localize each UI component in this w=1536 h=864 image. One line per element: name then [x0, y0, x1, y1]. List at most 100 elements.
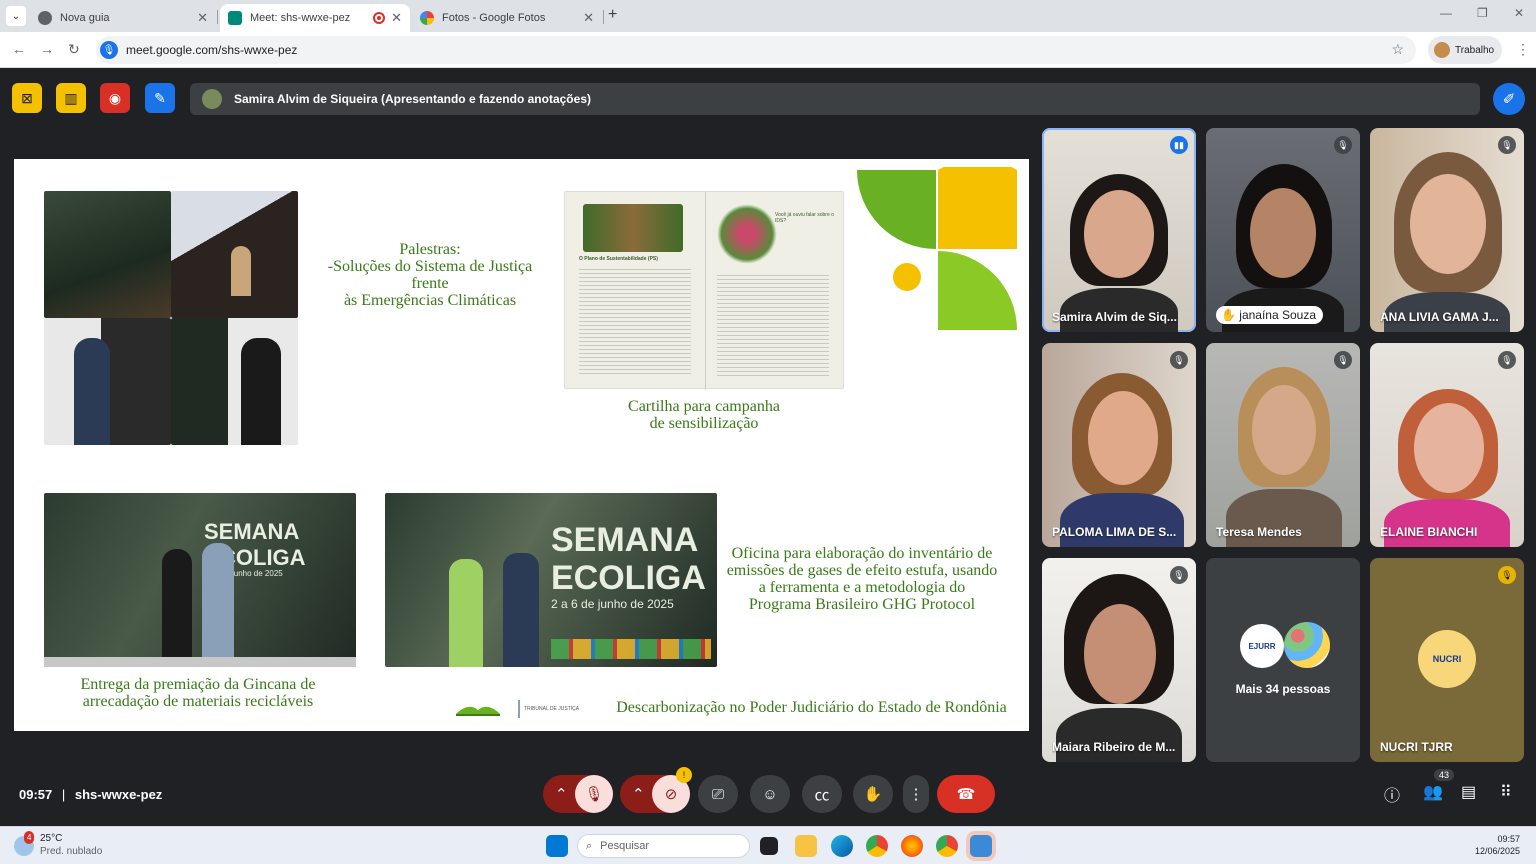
participant-tile[interactable]: 🎙 Teresa Mendes: [1206, 343, 1360, 547]
speaking-indicator-icon: ▮▮: [1170, 136, 1188, 154]
address-bar[interactable]: 🎙 meet.google.com/shs-wwxe-pez ☆: [96, 36, 1416, 64]
reload-icon[interactable]: ↻: [68, 41, 80, 58]
participants-count-badge: 43: [1434, 769, 1455, 781]
notes-icon[interactable]: ✎: [145, 83, 175, 113]
close-tab-icon[interactable]: ✕: [583, 10, 594, 26]
chrome-profile-icon[interactable]: [936, 835, 958, 857]
mic-off-icon[interactable]: 🎙: [575, 775, 613, 813]
tab-nova-guia[interactable]: Nova guia ✕: [30, 4, 216, 32]
clock-date: 12/06/2025: [1474, 846, 1520, 856]
annotate-panel-icon[interactable]: ▥: [56, 83, 86, 113]
tab-title: Fotos - Google Fotos: [442, 12, 546, 24]
slide-footer-title: Descarbonização no Poder Judiciário do E…: [616, 699, 1007, 716]
participant-tile[interactable]: 🎙 PALOMA LIMA DE S...: [1042, 343, 1196, 547]
firefox-icon[interactable]: [901, 835, 923, 857]
palestras-caption: Palestras: -Soluções do Sistema de Justi…: [327, 241, 533, 309]
tab-search-menu-icon[interactable]: ⌄: [6, 6, 26, 26]
leave-call-icon[interactable]: ☎: [937, 775, 995, 813]
windows-start-icon[interactable]: [546, 835, 568, 857]
participant-name: ANA LIVIA GAMA J...: [1380, 310, 1499, 324]
clock-time: 09:57: [1497, 834, 1520, 844]
windows-taskbar: 4 25°C Pred. nublado ⌕ Pesquisar 09:57 1…: [0, 826, 1536, 864]
cartilha-caption: Cartilha para campanha de sensibilização: [628, 398, 780, 432]
emoji-reaction-icon[interactable]: ☺: [750, 775, 790, 813]
close-tab-icon[interactable]: ✕: [197, 10, 208, 26]
bookmark-star-icon[interactable]: ☆: [1391, 41, 1404, 58]
minimize-icon[interactable]: —: [1440, 6, 1452, 20]
close-window-icon[interactable]: ✕: [1514, 6, 1524, 20]
meeting-code: shs-wwxe-pez: [74, 787, 163, 802]
chat-icon[interactable]: ▤: [1461, 782, 1476, 802]
close-tab-icon[interactable]: ✕: [391, 10, 402, 26]
chevron-up-icon[interactable]: ⌃: [555, 785, 568, 803]
browser-menu-icon[interactable]: ⋮: [1516, 41, 1530, 58]
tab-separator: [603, 10, 604, 24]
presentation-slide: Palestras: -Soluções do Sistema de Justi…: [14, 159, 1029, 731]
browser-toolbar: ← → ↻ 🎙 meet.google.com/shs-wwxe-pez ☆ T…: [0, 32, 1536, 68]
participant-name: ELAINE BIANCHI: [1380, 525, 1478, 539]
task-view-icon[interactable]: [760, 837, 778, 855]
participant-tile[interactable]: 🎙 ELAINE BIANCHI: [1370, 343, 1524, 547]
muted-mic-icon: 🎙: [1498, 351, 1516, 369]
present-screen-icon[interactable]: ⎚: [698, 775, 738, 813]
photo-lecture-2: [171, 191, 298, 318]
people-icon[interactable]: 👥: [1423, 782, 1443, 802]
site-info-icon[interactable]: 🎙: [100, 41, 118, 59]
more-participants-tile[interactable]: EJURR Mais 34 pessoas: [1206, 558, 1360, 762]
muted-mic-icon: 🎙: [1334, 136, 1352, 154]
profile-button[interactable]: Trabalho: [1428, 36, 1502, 64]
participant-name-pill: ✋ janaína Souza: [1216, 306, 1324, 324]
photo-speaker-1: [44, 318, 171, 445]
participant-tile[interactable]: 🎙 Maiara Ribeiro de M...: [1042, 558, 1196, 762]
taskbar-search[interactable]: ⌕ Pesquisar: [577, 834, 750, 858]
activities-icon[interactable]: ⠿: [1500, 782, 1512, 802]
camera-control[interactable]: ⌃ ⊘ !: [620, 767, 692, 813]
chrome-icon: [38, 11, 52, 25]
participant-name: NUCRI TJRR: [1380, 740, 1453, 754]
chevron-up-icon[interactable]: ⌃: [632, 785, 645, 803]
participant-tile[interactable]: NUCRI 🎙 NUCRI TJRR: [1370, 558, 1524, 762]
weather-widget[interactable]: 4 25°C Pred. nublado: [14, 831, 102, 858]
restore-icon[interactable]: ❐: [1477, 6, 1488, 20]
edge-icon[interactable]: [831, 835, 853, 857]
more-options-icon[interactable]: ⋮: [903, 775, 929, 813]
url-text: meet.google.com/shs-wwxe-pez: [126, 43, 298, 57]
raise-hand-icon[interactable]: ✋: [853, 775, 893, 813]
stop-presenting-icon[interactable]: ⊠: [12, 83, 42, 113]
new-tab-icon[interactable]: +: [608, 6, 617, 24]
footer-logo-2: TRIBUNAL DE JUSTIÇA: [518, 700, 606, 718]
captions-icon[interactable]: ㏄: [802, 775, 842, 813]
tab-google-fotos[interactable]: Fotos - Google Fotos ✕: [412, 4, 602, 32]
leaf-logo: [857, 167, 1017, 330]
participant-tile[interactable]: 🎙 ANA LIVIA GAMA J...: [1370, 128, 1524, 332]
nucri-avatar: NUCRI: [1418, 630, 1476, 688]
photos-icon: [420, 11, 434, 25]
meeting-info: 09:57 | shs-wwxe-pez: [19, 787, 163, 802]
browser-tab-bar: ⌄ Nova guia ✕ Meet: shs-wwxe-pez ✕ Fotos…: [0, 0, 1536, 32]
record-icon[interactable]: ◉: [100, 83, 130, 113]
meeting-details-icon[interactable]: ⓘ: [1384, 782, 1400, 806]
photo-workshop: SEMANA ECOLIGA 2 a 6 de junho de 2025: [385, 493, 717, 667]
active-app-icon[interactable]: [970, 835, 992, 857]
forward-icon[interactable]: →: [40, 41, 54, 57]
annotation-pen-icon[interactable]: ✐: [1493, 83, 1525, 115]
profile-label: Trabalho: [1455, 44, 1495, 56]
entrega-caption: Entrega da premiação da Gincana de arrec…: [80, 676, 316, 710]
chrome-taskbar-icon[interactable]: [866, 835, 888, 857]
photo-award-ceremony: SEMANA COLIGA junho de 2025: [44, 493, 356, 667]
back-icon[interactable]: ←: [12, 41, 26, 57]
file-explorer-icon[interactable]: [795, 835, 817, 857]
weather-badge: 4: [24, 831, 35, 844]
recording-icon: [373, 12, 386, 24]
photo-speaker-2: [171, 318, 298, 445]
participant-tile[interactable]: ▮▮ Samira Alvim de Siq...: [1042, 128, 1196, 332]
taskbar-clock[interactable]: 09:57 12/06/2025: [1475, 833, 1520, 857]
weather-temp: 25°C: [40, 833, 63, 844]
participant-name: Samira Alvim de Siq...: [1052, 310, 1177, 324]
tab-meet[interactable]: Meet: shs-wwxe-pez ✕: [220, 4, 410, 32]
mic-control[interactable]: ⌃ 🎙: [543, 775, 613, 813]
footer-logo-1: [456, 706, 500, 716]
meet-area: ⊠ ▥ ◉ ✎ Samira Alvim de Siqueira (Aprese…: [0, 69, 1536, 826]
search-icon: ⌕: [586, 839, 593, 852]
participant-tile[interactable]: 🎙 ✋ janaína Souza: [1206, 128, 1360, 332]
